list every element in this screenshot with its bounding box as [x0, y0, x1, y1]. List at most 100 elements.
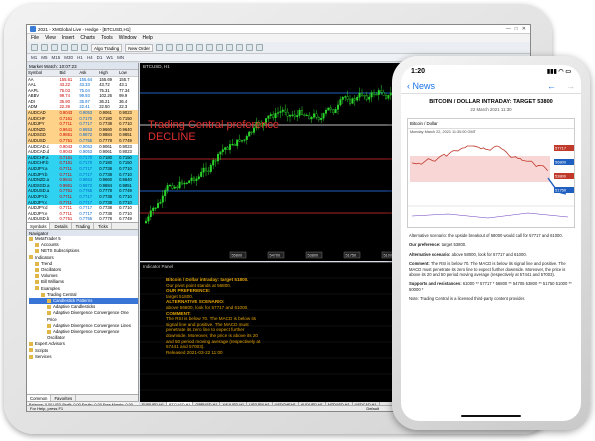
- candle-body: [312, 113, 315, 118]
- data-window-icon[interactable]: [61, 44, 68, 51]
- menu-item-help[interactable]: Help: [143, 35, 153, 41]
- zoom-in-icon[interactable]: [186, 44, 194, 51]
- timeframe-m5[interactable]: M5: [41, 55, 47, 60]
- tab-symbols[interactable]: Symbols: [27, 222, 51, 229]
- close-icon[interactable]: ✕: [522, 26, 526, 32]
- table-row[interactable]: AUDJPY.a 0.7711 0.7717 0.7738 0.7710: [27, 166, 138, 172]
- candle-body: [344, 96, 347, 98]
- market-watch-tabs: Symbols Details Trading Ticks: [27, 221, 138, 229]
- table-row[interactable]: AUDJPY.b 0.7711 0.7717 0.7738 0.7710: [27, 193, 138, 200]
- candle-body: [368, 96, 371, 100]
- table-row[interactable]: AUDCAD.d 0.9043 0.9053 0.9061 0.9023: [27, 149, 138, 155]
- candle-body: [281, 109, 284, 112]
- table-row[interactable]: AUDJPY.d 0.7711 0.7717 0.7738 0.7710: [27, 205, 138, 211]
- home-indicator: [461, 415, 521, 417]
- candle-body: [286, 111, 289, 117]
- candle-body: [341, 97, 344, 100]
- menu-item-file[interactable]: File: [31, 35, 39, 41]
- folder-icon: [35, 267, 39, 272]
- market-watch-table: Symbol Bid Ask High Low AA 155.61 155.64 155.69…: [27, 70, 138, 222]
- text-icon[interactable]: [256, 44, 264, 51]
- candle-body: [212, 160, 215, 166]
- navigator-icon[interactable]: [71, 44, 78, 51]
- tree-item-label: Accounts: [41, 242, 59, 248]
- vertical-line-icon[interactable]: [226, 44, 234, 51]
- timeframe-w1[interactable]: W1: [106, 55, 113, 60]
- navigator-tree: MetaTrader 5 Accounts NETS Subscriptions In…: [27, 236, 138, 360]
- market-watch-icon[interactable]: [51, 44, 58, 51]
- grid-icon[interactable]: [206, 44, 214, 51]
- folder-icon: [47, 323, 51, 328]
- chart-symbol-label: BTCUSD, H1: [143, 64, 170, 69]
- timeframe-m30[interactable]: M30: [64, 55, 73, 60]
- window-title: 2021 - XMGlobal Live - Hedge - [BTCUSD,H…: [38, 26, 131, 32]
- timeframe-m1[interactable]: M1: [31, 55, 37, 60]
- horizontal-line-icon[interactable]: [236, 44, 244, 51]
- market-watch-title: Market Watch: 10:07:23: [27, 63, 138, 70]
- navigator-tabs: Common Favorites: [27, 394, 138, 401]
- tree-item-label: Trading Central: [47, 291, 77, 297]
- phone-nav-bar: ‹ News ← →: [401, 78, 581, 94]
- maximize-icon[interactable]: □: [515, 26, 518, 32]
- candle-body: [336, 104, 339, 110]
- terminal-icon[interactable]: [81, 44, 88, 51]
- timeframe-mn[interactable]: MN: [117, 55, 124, 60]
- menu-item-tools[interactable]: Tools: [101, 35, 113, 41]
- bar-chart-icon[interactable]: [156, 44, 164, 51]
- table-row[interactable]: AUDUSD.b 0.7751 0.7755 0.7778 0.7749: [27, 216, 138, 222]
- new-chart-icon[interactable]: [31, 44, 38, 51]
- menu-item-window[interactable]: Window: [119, 35, 137, 41]
- menu-item-insert[interactable]: Insert: [62, 35, 75, 41]
- tree-item-label: Adaptive Divergence Convergence Lines: [53, 322, 131, 328]
- tree-item[interactable]: Adaptive Divergence Convergence Oscillat…: [29, 329, 138, 341]
- minimize-icon[interactable]: —: [506, 26, 511, 32]
- table-row[interactable]: AUDNZD.a 0.9641 0.9653 0.9660 0.9640: [27, 177, 138, 183]
- tab-ticks[interactable]: Ticks: [95, 222, 112, 229]
- folder-icon: [35, 280, 39, 285]
- candle-body: [284, 109, 287, 113]
- report-comment: The RSI is below 70. The MACD is below i…: [166, 316, 261, 350]
- tree-item-label: Adaptive Divergence Convergence One Pric…: [47, 310, 129, 322]
- phone-time: 1:20: [411, 68, 426, 75]
- timeframe-m15[interactable]: M15: [52, 55, 61, 60]
- back-button[interactable]: News: [413, 81, 436, 91]
- timeframe-h1[interactable]: H1: [77, 55, 83, 60]
- table-row[interactable]: AUDCAD 0.9043 0.9053 0.9061 0.9023: [27, 110, 138, 116]
- table-row[interactable]: AUDUSD 0.7751 0.7755 0.7778 0.7749: [27, 138, 138, 144]
- tree-item[interactable]: Services: [29, 354, 138, 360]
- candle-body: [231, 144, 234, 146]
- timeframe-d1[interactable]: D1: [97, 55, 103, 60]
- candle-body: [152, 207, 155, 211]
- new-order-button[interactable]: New Order: [125, 43, 154, 52]
- tab-details[interactable]: Details: [51, 222, 72, 229]
- line-chart-icon[interactable]: [176, 44, 184, 51]
- folder-icon: [47, 329, 51, 334]
- menu-item-charts[interactable]: Charts: [80, 35, 95, 41]
- zoom-out-icon[interactable]: [196, 44, 204, 51]
- candle-body: [209, 164, 212, 172]
- profiles-icon[interactable]: [41, 44, 48, 51]
- signal-wifi-battery-icon: ▮▮▮ ◠ ▭: [546, 69, 571, 75]
- trendline-icon[interactable]: [246, 44, 254, 51]
- candle-body: [365, 95, 368, 100]
- tree-item-label: Trend: [41, 260, 53, 266]
- folder-icon: [47, 305, 51, 310]
- candle-chart-icon[interactable]: [166, 44, 174, 51]
- tree-item-label: Adaptive Divergence Convergence Oscillat…: [47, 328, 120, 341]
- tree-item[interactable]: Adaptive Divergence Convergence One Pric…: [29, 310, 138, 322]
- level-marker-label: 51750: [346, 254, 357, 258]
- tab-trading[interactable]: Trading: [73, 222, 95, 229]
- crosshair-icon[interactable]: [216, 44, 224, 51]
- timeframe-h4[interactable]: H4: [87, 55, 93, 60]
- folder-icon: [47, 298, 51, 303]
- candle-body: [380, 90, 383, 93]
- price-tag-label: 56800: [555, 160, 567, 165]
- algo-trading-button[interactable]: Algo Trading: [91, 43, 123, 52]
- candle-body: [269, 114, 272, 116]
- next-arrow-icon[interactable]: →: [566, 81, 575, 91]
- candle-body: [327, 107, 330, 111]
- prev-arrow-icon[interactable]: ←: [547, 81, 556, 91]
- tree-item-label: Bill Williams: [41, 279, 64, 285]
- candle-body: [346, 96, 349, 100]
- menu-item-view[interactable]: View: [45, 35, 56, 41]
